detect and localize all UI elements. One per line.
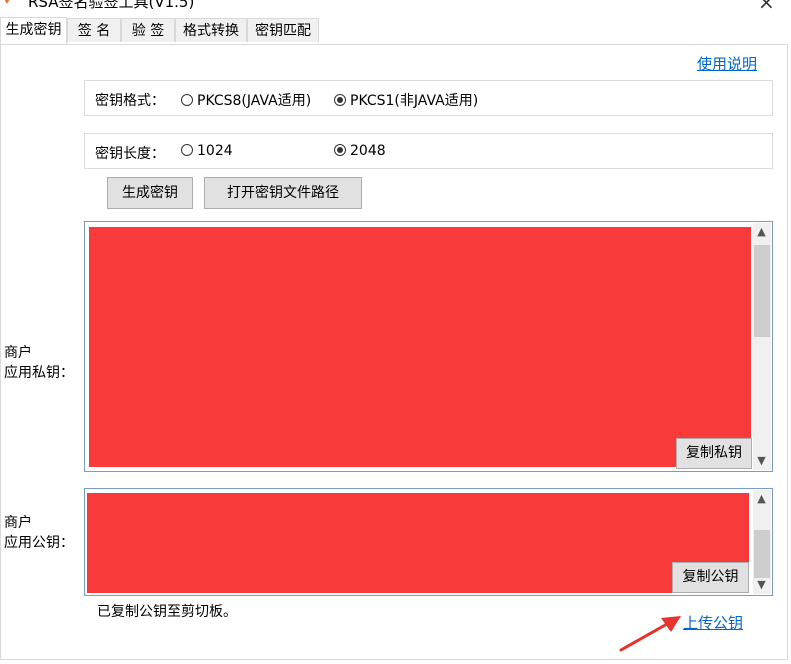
open-key-path-button[interactable]: 打开密钥文件路径 bbox=[204, 177, 362, 209]
tab-sign[interactable]: 签 名 bbox=[67, 18, 121, 42]
radio-pkcs8[interactable]: PKCS8(JAVA适用) bbox=[181, 90, 311, 110]
key-format-label: 密钥格式： bbox=[95, 93, 165, 109]
public-key-label-line1: 商户 bbox=[4, 515, 32, 531]
radio-2048-label: 2048 bbox=[350, 143, 386, 159]
copy-private-key-button[interactable]: 复制私钥 bbox=[676, 438, 752, 469]
rsa-app-icon bbox=[4, 0, 10, 4]
radio-button-icon[interactable] bbox=[181, 94, 193, 106]
tab-verify[interactable]: 验 签 bbox=[121, 18, 175, 42]
private-key-label-line2: 应用私钥： bbox=[4, 365, 74, 381]
generate-key-button[interactable]: 生成密钥 bbox=[107, 177, 193, 209]
key-format-group: 密钥格式： PKCS8(JAVA适用) PKCS1(非JAVA适用) bbox=[84, 80, 773, 116]
annotation-arrow-icon bbox=[619, 616, 681, 652]
status-message: 已复制公钥至剪切板。 bbox=[97, 604, 237, 620]
radio-2048[interactable]: 2048 bbox=[334, 143, 386, 159]
scroll-up-icon[interactable]: ▲ bbox=[753, 490, 770, 507]
tab-strip: 生成密钥 签 名 验 签 格式转换 密钥匹配 bbox=[0, 17, 791, 44]
close-icon[interactable]: × bbox=[758, 0, 775, 14]
radio-button-selected-icon[interactable] bbox=[334, 94, 346, 106]
key-length-label: 密钥长度： bbox=[95, 146, 165, 162]
redacted-public-key bbox=[87, 493, 749, 593]
scroll-thumb[interactable] bbox=[754, 530, 770, 578]
scroll-thumb[interactable] bbox=[754, 245, 770, 337]
radio-pkcs1-label: PKCS1(非JAVA适用) bbox=[350, 93, 479, 109]
redacted-private-key bbox=[89, 227, 751, 467]
copy-public-key-button[interactable]: 复制公钥 bbox=[672, 562, 749, 593]
scroll-up-icon[interactable]: ▲ bbox=[753, 223, 770, 240]
private-key-textarea[interactable]: ▲ ▼ 复制私钥 bbox=[84, 221, 773, 472]
tab-format-convert[interactable]: 格式转换 bbox=[175, 18, 247, 42]
radio-1024[interactable]: 1024 bbox=[181, 143, 233, 159]
scroll-down-icon[interactable]: ▼ bbox=[753, 452, 770, 469]
key-length-group: 密钥长度： 1024 2048 bbox=[84, 133, 773, 169]
radio-1024-label: 1024 bbox=[197, 143, 233, 159]
public-key-label-line2: 应用公钥： bbox=[4, 535, 74, 551]
private-key-label-line1: 商户 bbox=[4, 345, 32, 361]
radio-button-icon[interactable] bbox=[181, 144, 193, 156]
radio-pkcs8-label: PKCS8(JAVA适用) bbox=[197, 93, 312, 109]
title-bar: RSA签名验签工具(V1.5) × bbox=[0, 0, 791, 14]
radio-button-selected-icon[interactable] bbox=[334, 144, 346, 156]
help-link[interactable]: 使用说明 bbox=[697, 53, 757, 74]
public-key-scrollbar[interactable]: ▲ ▼ bbox=[753, 490, 771, 594]
radio-pkcs1[interactable]: PKCS1(非JAVA适用) bbox=[334, 90, 478, 110]
upload-public-key-link[interactable]: 上传公钥 bbox=[683, 612, 743, 633]
private-key-scrollbar[interactable]: ▲ ▼ bbox=[753, 223, 771, 470]
public-key-textarea[interactable]: ▲ ▼ 复制公钥 bbox=[84, 488, 773, 596]
window-title: RSA签名验签工具(V1.5) bbox=[28, 0, 195, 11]
tab-key-match[interactable]: 密钥匹配 bbox=[247, 18, 319, 42]
scroll-down-icon[interactable]: ▼ bbox=[753, 576, 770, 593]
tab-generate-key[interactable]: 生成密钥 bbox=[0, 17, 67, 44]
